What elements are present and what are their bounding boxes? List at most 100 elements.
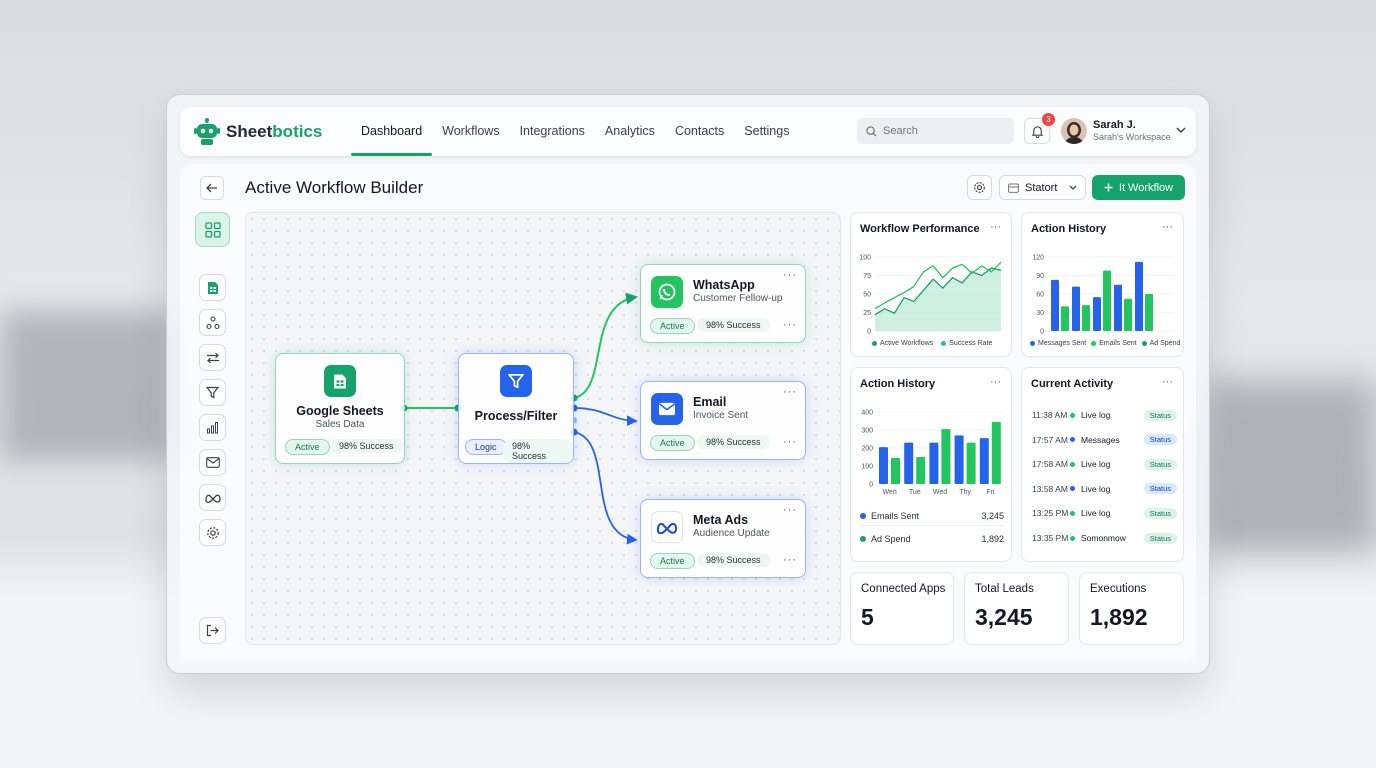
activity-time: 17:58 AM — [1032, 459, 1068, 470]
activity-time: 13:58 AM — [1032, 483, 1068, 494]
stat-total-leads: Total Leads 3,245 — [964, 572, 1069, 645]
more-options-icon[interactable]: ··· — [990, 221, 1001, 233]
x-tick-label: Thy — [959, 489, 971, 496]
list-item[interactable]: 17:58 AM Live log Status — [1032, 454, 1177, 474]
y-tick-label: 0 — [869, 482, 873, 489]
status-badge: Active — [650, 435, 695, 451]
success-badge: 98% Success — [503, 439, 573, 463]
activity-dot — [1070, 461, 1075, 467]
y-tick-label: 75 — [863, 273, 871, 280]
summary-label: Ad Spend — [871, 534, 911, 544]
card-workflow-performance: Workflow Performance ··· 0 25 50 75 100 Acti… — [850, 212, 1012, 357]
list-item[interactable]: 13:58 AM Live log Status — [1032, 479, 1177, 499]
status-badge: Status — [1143, 458, 1177, 470]
legend-item: Active Workflows — [872, 340, 933, 347]
bar — [1135, 261, 1143, 331]
meta-icon — [651, 511, 683, 543]
activity-text: Messages — [1081, 434, 1120, 445]
more-options-icon[interactable]: ··· — [783, 504, 797, 516]
whatsapp-icon — [651, 276, 683, 308]
more-options-icon[interactable]: ··· — [1162, 221, 1173, 233]
node-google-sheets[interactable]: Google Sheets Sales Data Active 98% Succ… — [275, 353, 405, 464]
bar — [1061, 306, 1069, 331]
legend-item: Emails Sent — [1091, 340, 1137, 347]
y-tick-label: 200 — [861, 446, 873, 453]
y-tick-label: 100 — [859, 255, 871, 262]
x-tick-label: Tue — [909, 489, 921, 496]
status-badge: Status — [1143, 409, 1177, 421]
node-process-filter[interactable]: Process/Filter Logic 98% Success — [458, 353, 574, 464]
activity-dot — [1070, 535, 1075, 541]
chart-legend: Active Workflows Success Rate — [872, 340, 992, 347]
node-subtitle: Invoice Sent — [693, 410, 749, 421]
more-options-icon[interactable]: ··· — [783, 269, 797, 281]
bar — [954, 435, 964, 484]
bar — [1145, 294, 1153, 331]
status-badge: Active — [650, 318, 695, 334]
y-tick-label: 60 — [1036, 292, 1044, 299]
list-item[interactable]: 17:57 AM Messages Status — [1032, 430, 1177, 450]
x-tick-label: Wed — [933, 489, 947, 496]
list-item[interactable]: 13:35 PM Somonmow Status — [1032, 528, 1177, 548]
activity-time: 17:57 AM — [1032, 434, 1068, 445]
node-meta-ads[interactable]: Meta Ads Audience Update ··· Active 98% … — [640, 499, 806, 578]
summary-row: Ad Spend 1,892 — [860, 529, 1004, 549]
bar — [941, 429, 951, 484]
status-badge: Status — [1143, 483, 1177, 495]
more-options-icon[interactable]: ··· — [783, 319, 797, 331]
node-subtitle: Sales Data — [315, 419, 365, 430]
weekly-bar-chart: 0 100 200 300 400 Wen Tue Wed Thy Fri — [861, 410, 1003, 496]
stat-value: 3,245 — [975, 604, 1033, 630]
summary-label: Emails Sent — [871, 510, 920, 521]
list-item[interactable]: 13:25 PM Live log Status — [1032, 503, 1177, 523]
connector-filter-meta — [573, 431, 638, 545]
stat-label: Connected Apps — [861, 583, 946, 595]
bar — [991, 421, 1001, 484]
more-options-icon[interactable]: ··· — [783, 554, 797, 566]
y-tick-label: 0 — [867, 329, 871, 336]
node-email[interactable]: Email Invoice Sent ··· Active 98% Succes… — [640, 381, 806, 460]
activity-dot — [1070, 412, 1075, 418]
y-tick-label: 30 — [1036, 310, 1044, 317]
bar — [1082, 305, 1090, 331]
logic-badge: Logic — [465, 439, 507, 455]
more-options-icon[interactable]: ··· — [783, 436, 797, 448]
activity-dot — [1070, 437, 1075, 443]
success-badge: 98% Success — [697, 435, 770, 449]
bar — [891, 457, 900, 484]
node-title: Process/Filter — [474, 409, 558, 423]
y-tick-label: 90 — [1036, 273, 1044, 280]
more-options-icon[interactable]: ··· — [990, 376, 1001, 388]
connector-filter-email — [573, 407, 638, 427]
status-badge: Active — [650, 553, 695, 569]
activity-time: 11:38 AM — [1032, 410, 1068, 420]
more-options-icon[interactable]: ··· — [1162, 376, 1173, 388]
success-badge: 98% Success — [330, 439, 403, 453]
more-options-icon[interactable]: ··· — [783, 386, 797, 398]
sheets-icon — [324, 365, 356, 397]
node-subtitle: Audience Update — [693, 528, 770, 539]
node-whatsapp[interactable]: WhatsApp Customer Fellow-up ··· Active 9… — [640, 264, 806, 343]
bar — [979, 438, 989, 484]
list-item[interactable]: 11:38 AM Live log Status — [1032, 405, 1177, 425]
node-subtitle: Customer Fellow-up — [693, 293, 783, 304]
node-title: Email — [693, 395, 727, 409]
card-title: Action History — [1031, 223, 1107, 235]
node-title: WhatsApp — [693, 278, 755, 292]
chart-legend: Messages Sent Emails Sent Ad Spend — [1030, 340, 1180, 347]
y-tick-label: 120 — [1032, 255, 1044, 262]
mail-icon — [651, 393, 683, 425]
bar — [1114, 284, 1122, 331]
bar — [916, 457, 926, 484]
activity-text: Live log — [1081, 483, 1111, 494]
activity-dot — [1070, 510, 1075, 516]
bar — [1124, 298, 1132, 331]
card-title: Workflow Performance — [860, 223, 980, 235]
status-badge: Status — [1143, 507, 1177, 519]
activity-time: 13:35 PM — [1032, 533, 1069, 543]
activity-text: Live log — [1081, 410, 1111, 420]
x-tick-label: Fri — [986, 489, 995, 496]
status-badge: Active — [285, 439, 330, 455]
performance-area-chart: 0 25 50 75 100 — [859, 255, 1002, 336]
legend-item: Ad Spend — [1141, 340, 1180, 347]
